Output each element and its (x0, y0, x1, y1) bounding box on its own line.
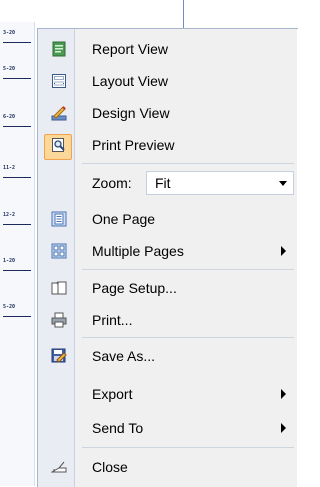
menu-item-label: Close (92, 459, 128, 475)
menu-item-label: Page Setup... (92, 280, 177, 296)
menu-separator (82, 337, 294, 338)
row-label: 3-20 (3, 30, 31, 43)
row-label: 12-2 (3, 212, 31, 225)
save-as-icon (50, 347, 68, 365)
menu-item-close[interactable]: Close (38, 451, 298, 483)
menu-item-design-view[interactable]: Design View (38, 97, 298, 129)
menu-item-label: Multiple Pages (92, 243, 184, 259)
zoom-label: Zoom: (92, 175, 132, 191)
menu-item-layout-view[interactable]: Layout View (38, 65, 298, 97)
chevron-down-icon (279, 181, 287, 186)
row-label: 5-20 (3, 304, 31, 317)
menu-item-label: Print Preview (92, 137, 175, 153)
close-icon (50, 458, 68, 476)
row-label: 5-20 (3, 66, 31, 79)
submenu-arrow-icon (281, 246, 286, 256)
menu-item-multiple-pages[interactable]: Multiple Pages (38, 235, 298, 267)
document-row-labels: 3-20 5-20 6-20 11-2 12-2 1-20 5-20 (0, 22, 35, 486)
submenu-arrow-icon (281, 389, 286, 399)
menu-item-send-to[interactable]: Send To (38, 412, 298, 444)
zoom-value: Fit (155, 175, 171, 191)
menu-item-print-preview[interactable]: Print Preview (38, 129, 298, 161)
printer-icon (50, 311, 68, 329)
row-label: 11-2 (3, 165, 31, 178)
zoom-dropdown[interactable]: Fit (146, 171, 294, 195)
row-label: 6-20 (3, 114, 31, 127)
menu-item-label: Send To (92, 420, 144, 436)
row-label: 1-20 (3, 258, 31, 271)
design-view-icon (50, 104, 68, 122)
menu-item-zoom: Zoom: Fit (38, 167, 298, 199)
multiple-pages-icon (50, 242, 68, 260)
menu-separator (82, 163, 294, 164)
menu-item-print[interactable]: Print... (38, 304, 298, 336)
menu-item-report-view[interactable]: Report View (38, 33, 298, 65)
one-page-icon (50, 210, 68, 228)
menu-item-label: One Page (92, 211, 156, 227)
menu-item-export[interactable]: Export (38, 378, 298, 410)
menu-item-label: Save As... (92, 348, 156, 364)
layout-view-icon (50, 72, 68, 90)
menu-item-label: Design View (92, 105, 170, 121)
report-view-icon (50, 40, 68, 58)
menu-item-label: Export (92, 386, 133, 402)
menu-separator (82, 269, 294, 270)
document-gridline (183, 0, 184, 30)
menu-item-page-setup[interactable]: Page Setup... (38, 272, 298, 304)
menu-item-one-page[interactable]: One Page (38, 203, 298, 235)
menu-item-label: Report View (92, 41, 169, 57)
menu-item-label: Layout View (92, 73, 169, 89)
print-preview-icon (50, 136, 68, 154)
menu-item-save-as[interactable]: Save As... (38, 340, 298, 372)
page-setup-icon (50, 279, 68, 297)
submenu-arrow-icon (281, 423, 286, 433)
context-menu: Report View Layout View Design View Prin… (37, 28, 298, 487)
menu-item-label: Print... (92, 312, 133, 328)
menu-separator (82, 447, 294, 448)
